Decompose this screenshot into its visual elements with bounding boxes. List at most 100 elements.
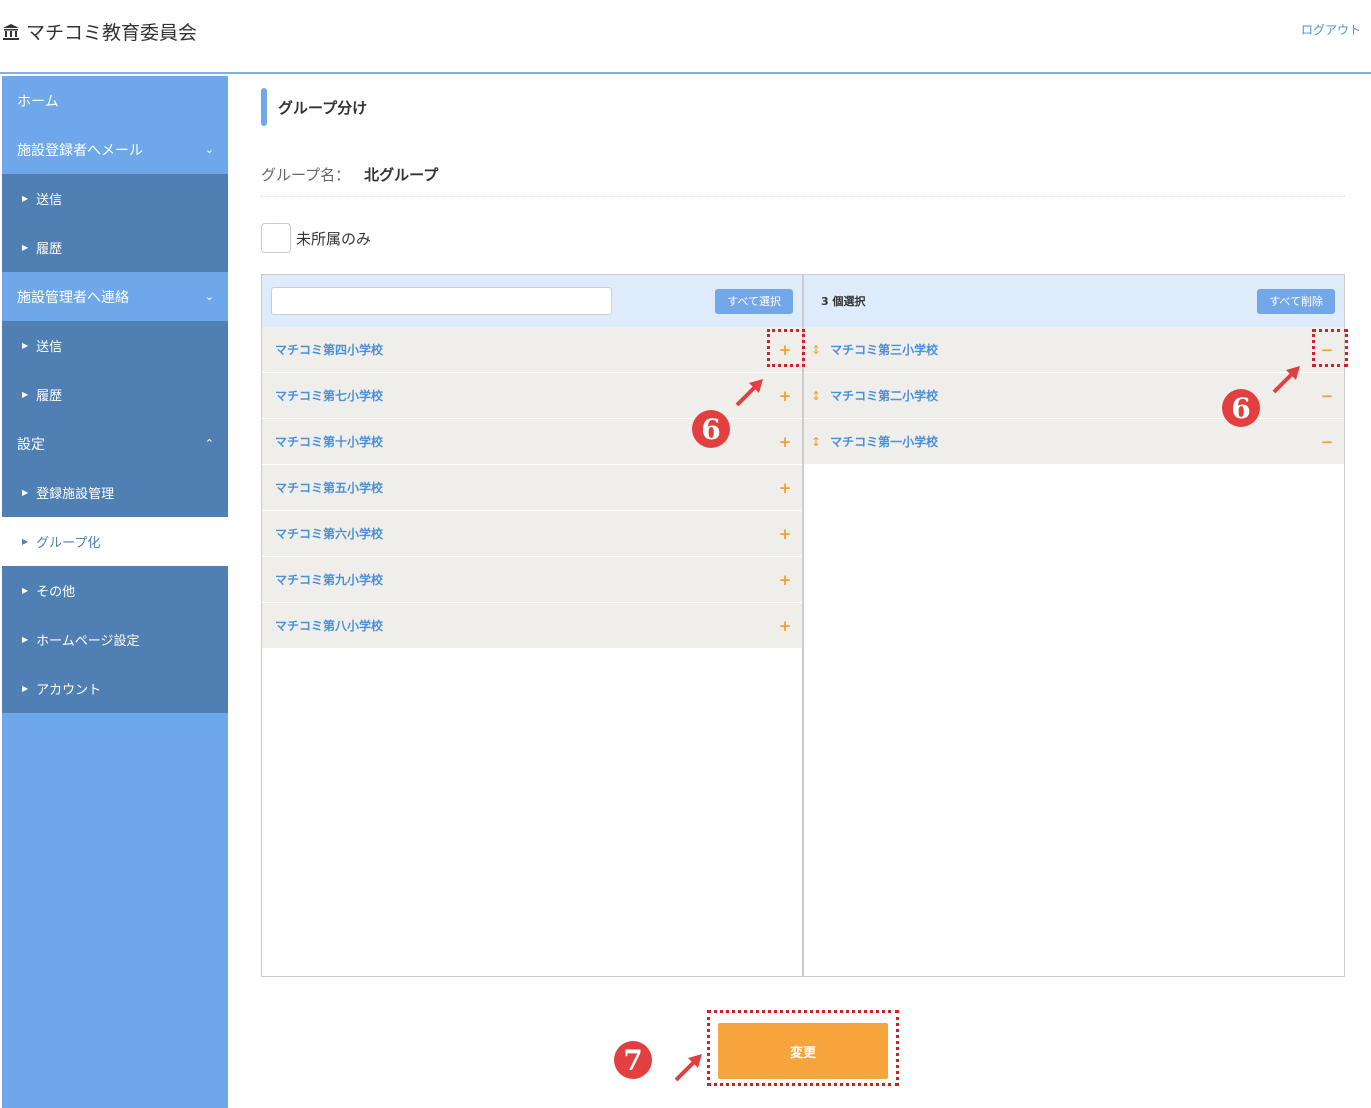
unassigned-only-row: 未所属のみ — [261, 223, 371, 253]
remove-all-button[interactable]: すべて削除 — [1257, 288, 1335, 314]
list-item[interactable]: マチコミ第九小学校 + — [262, 557, 802, 603]
sidebar-item-mail-history[interactable]: ▶ 履歴 — [2, 223, 228, 272]
selected-list: ↕ マチコミ第三小学校 − ↕ マチコミ第二小学校 − ↕ マチコミ第一小学校 − — [804, 327, 1344, 465]
sidebar-item-label: ホームページ設定 — [36, 634, 140, 649]
sidebar-item-label: 履歴 — [36, 389, 63, 404]
selected-count: 3 個選択 — [821, 295, 866, 308]
selected-list-panel: 3 個選択 すべて削除 ↕ マチコミ第三小学校 − ↕ マチコミ第二小学校 − ↕ マチコミ第… — [804, 275, 1344, 976]
chevron-down-icon: ⌄ — [204, 290, 214, 303]
sidebar-item-homepage-settings[interactable]: ▶ ホームページ設定 — [2, 615, 228, 664]
drag-handle-icon[interactable]: ↕ — [811, 435, 821, 449]
sidebar-item-contact-managers[interactable]: 施設管理者へ連絡 ⌄ — [2, 272, 228, 321]
page-title: グループ分け — [278, 98, 368, 117]
sidebar-item-facility-management[interactable]: ▶ 登録施設管理 — [2, 468, 228, 517]
header: マチコミ教育委員会 ログアウト — [0, 0, 1371, 74]
add-icon[interactable]: + — [775, 433, 795, 451]
list-item-label: マチコミ第十小学校 — [275, 435, 384, 449]
annotation-highlight-remove — [1312, 329, 1348, 367]
sidebar-item-account[interactable]: ▶ アカウント — [2, 664, 228, 713]
chevron-down-icon: ⌄ — [204, 143, 214, 156]
search-input[interactable] — [271, 287, 612, 315]
annotation-step-6-left: 6 — [692, 410, 730, 448]
annotation-step-7: 7 — [614, 1041, 652, 1079]
triangle-right-icon: ▶ — [22, 537, 29, 546]
list-item[interactable]: ↕ マチコミ第一小学校 − — [804, 419, 1344, 465]
sidebar-item-grouping[interactable]: ▶ グループ化 — [2, 517, 228, 566]
add-icon[interactable]: + — [775, 525, 795, 543]
add-icon[interactable]: + — [775, 571, 795, 589]
annotation-step-6-right: 6 — [1222, 389, 1260, 427]
sidebar-item-other[interactable]: ▶ その他 — [2, 566, 228, 615]
bank-building-icon — [3, 23, 19, 40]
triangle-right-icon: ▶ — [22, 194, 29, 203]
triangle-right-icon: ▶ — [22, 341, 29, 350]
triangle-right-icon: ▶ — [22, 635, 29, 644]
remove-icon[interactable]: − — [1317, 387, 1337, 405]
sidebar-item-label: 送信 — [36, 193, 63, 208]
available-list-header: すべて選択 — [262, 275, 802, 327]
list-item-label: マチコミ第五小学校 — [275, 481, 384, 495]
list-item-label: マチコミ第一小学校 — [830, 435, 939, 449]
triangle-right-icon: ▶ — [22, 586, 29, 595]
brand: マチコミ教育委員会 — [2, 18, 197, 45]
list-item-label: マチコミ第八小学校 — [275, 619, 384, 633]
sidebar-item-label: アカウント — [36, 683, 102, 698]
sidebar: ホーム 施設登録者へメール ⌄ ▶ 送信 ▶ 履歴 施設管理者へ連絡 ⌄ ▶ 送信 ▶… — [2, 76, 228, 1108]
title-accent-bar — [261, 88, 267, 126]
dual-list-picker: すべて選択 マチコミ第四小学校 + マチコミ第七小学校 + マチコミ第十小学校 + マチコミ… — [261, 274, 1345, 977]
unassigned-only-checkbox[interactable] — [261, 223, 291, 253]
available-list: マチコミ第四小学校 + マチコミ第七小学校 + マチコミ第十小学校 + マチコミ第五小学校 +… — [262, 327, 802, 649]
chevron-up-icon: ⌃ — [204, 437, 214, 450]
sidebar-item-label: 設定 — [17, 436, 45, 453]
list-item-label: マチコミ第四小学校 — [275, 343, 384, 357]
list-item[interactable]: マチコミ第八小学校 + — [262, 603, 802, 649]
sidebar-item-settings[interactable]: 設定 ⌃ — [2, 419, 228, 468]
group-name-value: 北グループ — [364, 166, 439, 184]
sidebar-item-home[interactable]: ホーム — [2, 76, 228, 125]
list-item[interactable]: マチコミ第四小学校 + — [262, 327, 802, 373]
list-item-label: マチコミ第九小学校 — [275, 573, 384, 587]
update-button[interactable]: 変更 — [718, 1023, 888, 1079]
group-name-label: グループ名： — [261, 166, 351, 184]
brand-title: マチコミ教育委員会 — [26, 22, 198, 44]
sidebar-item-label: グループ化 — [36, 536, 101, 551]
triangle-right-icon: ▶ — [22, 488, 29, 497]
sidebar-item-label: ホーム — [17, 93, 59, 110]
sidebar-item-contact-send[interactable]: ▶ 送信 — [2, 321, 228, 370]
logout-link[interactable]: ログアウト — [1301, 21, 1361, 38]
annotation-highlight-add — [767, 329, 805, 367]
triangle-right-icon: ▶ — [22, 684, 29, 693]
list-item-label: マチコミ第二小学校 — [830, 389, 939, 403]
list-item-label: マチコミ第七小学校 — [275, 389, 384, 403]
sidebar-item-label: 施設管理者へ連絡 — [17, 289, 129, 306]
add-icon[interactable]: + — [775, 387, 795, 405]
drag-handle-icon[interactable]: ↕ — [811, 343, 821, 357]
drag-handle-icon[interactable]: ↕ — [811, 389, 821, 403]
selected-list-header: 3 個選択 すべて削除 — [804, 275, 1344, 327]
list-item-label: マチコミ第六小学校 — [275, 527, 384, 541]
unassigned-only-label: 未所属のみ — [296, 229, 372, 248]
list-item[interactable]: マチコミ第五小学校 + — [262, 465, 802, 511]
sidebar-item-label: 施設登録者へメール — [17, 142, 143, 159]
add-icon[interactable]: + — [775, 617, 795, 635]
sidebar-item-label: その他 — [36, 585, 76, 600]
sidebar-item-contact-history[interactable]: ▶ 履歴 — [2, 370, 228, 419]
triangle-right-icon: ▶ — [22, 243, 29, 252]
select-all-button[interactable]: すべて選択 — [715, 288, 793, 314]
available-list-panel: すべて選択 マチコミ第四小学校 + マチコミ第七小学校 + マチコミ第十小学校 + マチコミ… — [262, 275, 804, 976]
annotation-arrow-icon — [674, 1054, 702, 1082]
group-name-row: グループ名： 北グループ — [261, 164, 1345, 197]
triangle-right-icon: ▶ — [22, 390, 29, 399]
add-icon[interactable]: + — [775, 479, 795, 497]
annotation-arrow-icon — [735, 379, 763, 407]
sidebar-item-mail-send[interactable]: ▶ 送信 — [2, 174, 228, 223]
list-item[interactable]: ↕ マチコミ第二小学校 − — [804, 373, 1344, 419]
remove-icon[interactable]: − — [1317, 433, 1337, 451]
list-item-label: マチコミ第三小学校 — [830, 343, 939, 357]
sidebar-item-mail-registrants[interactable]: 施設登録者へメール ⌄ — [2, 125, 228, 174]
sidebar-item-label: 登録施設管理 — [36, 487, 115, 502]
list-item[interactable]: マチコミ第六小学校 + — [262, 511, 802, 557]
list-item[interactable]: ↕ マチコミ第三小学校 − — [804, 327, 1344, 373]
sidebar-item-label: 送信 — [36, 340, 63, 355]
annotation-arrow-icon — [1272, 366, 1300, 394]
